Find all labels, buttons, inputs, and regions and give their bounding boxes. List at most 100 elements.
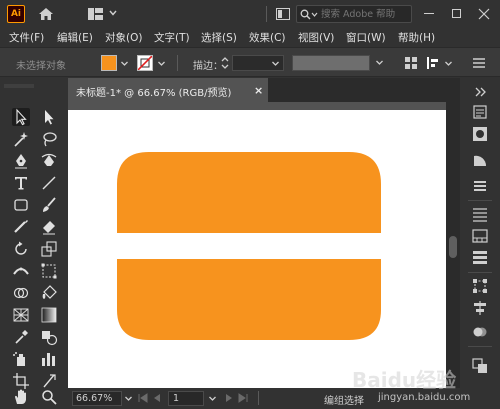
chevron-down-icon[interactable] <box>120 59 129 68</box>
chevron-down-icon[interactable] <box>157 59 166 68</box>
properties-icon[interactable] <box>472 104 488 120</box>
zoom-level-field[interactable]: 66.67% <box>72 391 122 406</box>
chevron-down-icon[interactable] <box>271 59 280 68</box>
direct-selection-tool-icon[interactable] <box>40 108 58 126</box>
symbol-sprayer-tool-icon[interactable] <box>12 350 30 368</box>
artwork <box>117 152 381 340</box>
free-transform-tool-icon[interactable] <box>40 262 58 280</box>
document-tab[interactable]: 未标题-1* @ 66.67% (RGB/预览) × <box>68 78 268 102</box>
maximize-button[interactable] <box>452 9 461 18</box>
workspace-icon[interactable] <box>88 8 103 20</box>
panel-collapse-icon[interactable] <box>472 84 488 100</box>
menu-bar: 文件(F) 编辑(E) 对象(O) 文字(T) 选择(S) 效果(C) 视图(V… <box>0 28 500 46</box>
eyedropper-tool-icon[interactable] <box>12 328 30 346</box>
canvas-area[interactable] <box>68 102 446 388</box>
control-bar: 未选择对象 描边： <box>0 47 500 77</box>
close-document-button[interactable]: × <box>254 84 263 97</box>
stroke-panel-icon[interactable] <box>472 206 488 222</box>
tools-panel <box>0 78 64 409</box>
title-bar: Ai <box>0 0 500 28</box>
column-graph-tool-icon[interactable] <box>40 350 58 368</box>
lasso-tool-icon[interactable] <box>40 130 58 148</box>
orange-shape-bottom[interactable] <box>117 259 381 340</box>
rectangle-tool-icon[interactable] <box>12 196 30 214</box>
pen-tool-icon[interactable] <box>12 152 30 170</box>
swatches-icon[interactable] <box>472 152 488 168</box>
artboard-number-field[interactable]: 1 <box>168 391 204 406</box>
watermark-brand: Baidu经验 <box>352 368 457 392</box>
divider <box>266 6 267 22</box>
rotate-tool-icon[interactable] <box>12 240 30 258</box>
gradient-panel-icon[interactable] <box>472 228 488 244</box>
search-input[interactable] <box>321 7 409 21</box>
panel-menu-icon[interactable] <box>472 56 486 70</box>
curvature-tool-icon[interactable] <box>40 152 58 170</box>
layers-icon[interactable] <box>472 250 488 266</box>
menu-view[interactable]: 视图(V) <box>298 30 334 45</box>
menu-select[interactable]: 选择(S) <box>201 30 237 45</box>
stepper-icon[interactable] <box>220 56 230 70</box>
minimize-button[interactable] <box>424 13 434 14</box>
zoom-level-value: 66.67% <box>76 393 113 404</box>
width-tool-icon[interactable] <box>12 262 30 280</box>
fill-color-swatch[interactable] <box>101 55 117 71</box>
chevron-down-icon[interactable] <box>108 8 118 18</box>
align-icon[interactable] <box>426 56 440 70</box>
brushes-icon[interactable] <box>472 178 488 194</box>
pathfinder-icon[interactable] <box>472 324 488 340</box>
next-artboard-icon[interactable] <box>224 393 234 403</box>
divider <box>468 346 492 347</box>
type-tool-icon[interactable] <box>12 174 30 192</box>
menu-window[interactable]: 窗口(W) <box>346 30 386 45</box>
right-panel-dock <box>460 78 500 409</box>
zoom-tool-icon[interactable] <box>40 388 58 406</box>
gradient-tool-icon[interactable] <box>40 306 58 324</box>
hand-tool-icon[interactable] <box>12 388 30 406</box>
stroke-weight-field[interactable] <box>232 55 284 71</box>
close-window-icon[interactable] <box>478 8 490 20</box>
line-tool-icon[interactable] <box>40 174 58 192</box>
menu-help[interactable]: 帮助(H) <box>398 30 435 45</box>
artboard[interactable] <box>68 110 446 388</box>
paintbrush-tool-icon[interactable] <box>40 196 58 214</box>
magic-wand-tool-icon[interactable] <box>12 130 30 148</box>
stroke-color-swatch[interactable] <box>137 55 153 71</box>
variable-width-profile[interactable] <box>292 55 370 71</box>
orange-shape-top[interactable] <box>117 152 381 233</box>
menu-object[interactable]: 对象(O) <box>105 30 142 45</box>
previous-artboard-icon[interactable] <box>152 393 162 403</box>
transform-icon[interactable] <box>472 278 488 294</box>
chevron-down-icon <box>311 12 318 17</box>
no-stroke-icon <box>138 56 152 70</box>
help-search[interactable] <box>296 5 412 23</box>
scroll-thumb[interactable] <box>449 236 457 258</box>
divider <box>468 200 492 201</box>
last-artboard-icon[interactable] <box>238 393 248 403</box>
stroke-label: 描边： <box>193 61 223 72</box>
scale-tool-icon[interactable] <box>40 240 58 258</box>
selection-tool-icon[interactable] <box>12 108 30 126</box>
align-panel-icon[interactable] <box>472 300 488 316</box>
shape-builder-tool-icon[interactable] <box>12 284 30 302</box>
chevron-down-icon[interactable] <box>444 59 453 68</box>
chevron-down-icon[interactable] <box>208 394 217 403</box>
shaper-tool-icon[interactable] <box>12 218 30 236</box>
first-artboard-icon[interactable] <box>138 393 148 403</box>
home-icon[interactable] <box>38 6 54 22</box>
chevron-down-icon[interactable] <box>124 394 133 403</box>
blend-tool-icon[interactable] <box>40 328 58 346</box>
menu-effect[interactable]: 效果(C) <box>249 30 286 45</box>
menu-file[interactable]: 文件(F) <box>9 30 44 45</box>
app-logo: Ai <box>7 5 25 23</box>
style-grid-icon[interactable] <box>404 56 418 70</box>
perspective-grid-tool-icon[interactable] <box>12 306 30 324</box>
eraser-tool-icon[interactable] <box>40 218 58 236</box>
vertical-scrollbar[interactable] <box>446 102 460 388</box>
menu-type[interactable]: 文字(T) <box>154 30 190 45</box>
menu-edit[interactable]: 编辑(E) <box>57 30 93 45</box>
chevron-down-icon[interactable] <box>375 58 384 67</box>
live-paint-bucket-tool-icon[interactable] <box>40 284 58 302</box>
color-icon[interactable] <box>472 126 488 142</box>
arrange-documents-icon[interactable] <box>276 8 290 20</box>
tab-strip <box>268 78 460 102</box>
